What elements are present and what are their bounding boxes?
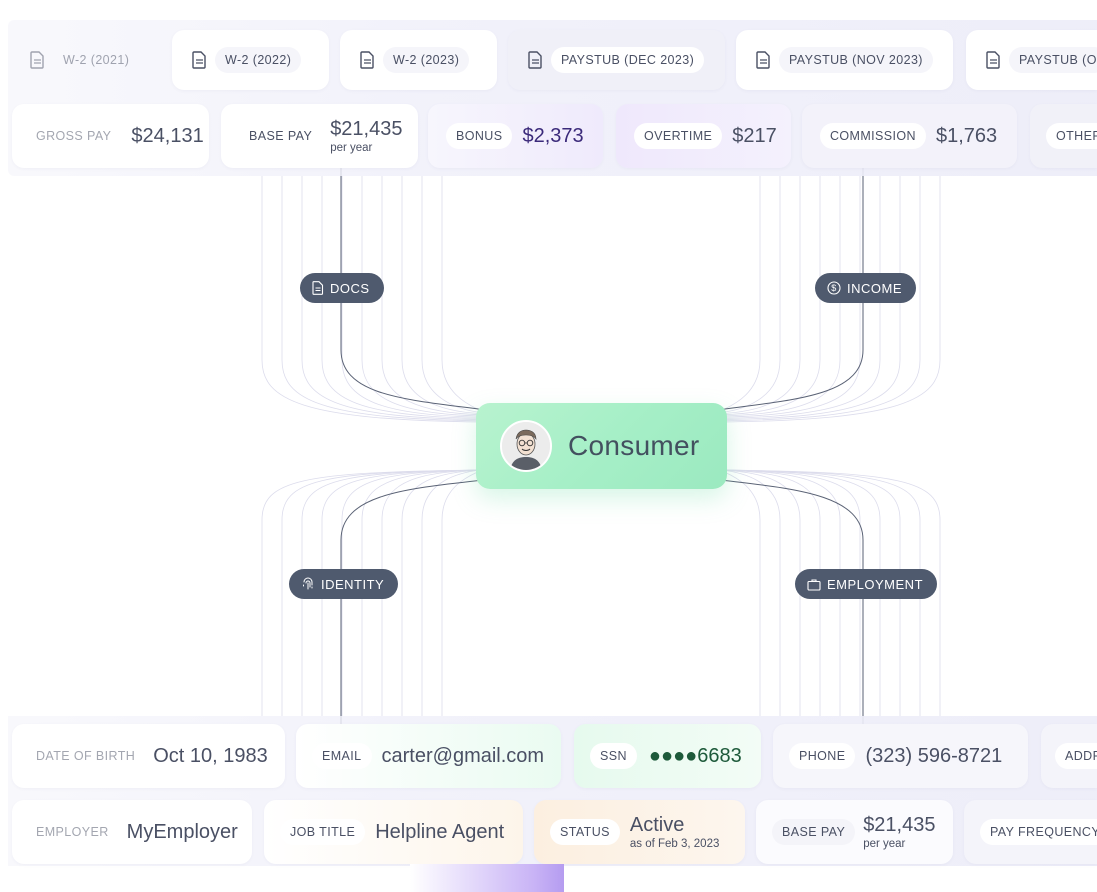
docs-node-label: DOCS — [330, 280, 370, 296]
bonus-value: $2,373 — [522, 124, 584, 147]
docs-node[interactable]: DOCS — [300, 273, 384, 303]
employer-value: MyEmployer — [126, 820, 238, 843]
consumer-node[interactable]: Consumer — [476, 403, 727, 489]
email-label: EMAIL — [312, 743, 372, 769]
doc-card-w2-2022[interactable]: W-2 (2022) — [172, 30, 329, 90]
income-commission[interactable]: COMMISSION $1,763 — [802, 104, 1017, 168]
phone-label: PHONE — [789, 743, 856, 769]
doc-label: W-2 (2023) — [383, 47, 470, 73]
phone-value: (323) 596-8721 — [865, 744, 1003, 767]
employment-base-pay[interactable]: BASE PAY $21,435 per year — [756, 800, 953, 864]
doc-card-paystub-nov-2023[interactable]: PAYSTUB (NOV 2023) — [736, 30, 953, 90]
decorative-glow — [410, 864, 564, 892]
doc-label: PAYSTUB (DEC 2023) — [551, 47, 705, 73]
dollar-circle-icon: $ — [827, 281, 841, 295]
document-icon — [192, 51, 206, 69]
base-pay-value: $21,435 — [330, 118, 403, 140]
fingerprint-icon — [303, 577, 313, 590]
employment-base-pay-sub: per year — [863, 838, 906, 850]
gross-pay-label: GROSS PAY — [36, 123, 122, 149]
employment-node[interactable]: EMPLOYMENT — [795, 569, 938, 599]
status-sub: as of Feb 3, 2023 — [629, 838, 720, 850]
base-pay-label: BASE PAY — [239, 123, 323, 149]
income-base-pay[interactable]: BASE PAY $21,435 per year — [221, 104, 418, 168]
address-label: ADDR — [1055, 743, 1097, 769]
email-value: carter@gmail.com — [381, 744, 545, 767]
document-icon — [30, 51, 44, 69]
employment-job-title[interactable]: JOB TITLE Helpline Agent — [264, 800, 523, 864]
briefcase-icon — [807, 578, 821, 591]
svg-text:$: $ — [831, 283, 837, 293]
job-title-value: Helpline Agent — [375, 820, 505, 843]
identity-dob[interactable]: DATE OF BIRTH Oct 10, 1983 — [12, 724, 285, 788]
avatar — [500, 420, 552, 472]
identity-ssn[interactable]: SSN ●●●●6683 — [574, 724, 761, 788]
employment-base-pay-value: $21,435 — [863, 814, 936, 836]
identity-node[interactable]: IDENTITY — [289, 569, 399, 599]
bonus-label: BONUS — [446, 123, 513, 149]
employer-label: EMPLOYER — [36, 819, 119, 845]
dob-label: DATE OF BIRTH — [36, 743, 146, 769]
income-node[interactable]: $ INCOME — [815, 273, 916, 303]
document-icon — [986, 51, 1000, 69]
gross-pay-value: $24,131 — [131, 124, 204, 147]
doc-card-paystub-dec-2023[interactable]: PAYSTUB (DEC 2023) — [508, 30, 725, 90]
doc-card-w2-2021[interactable]: W-2 (2021) — [12, 30, 162, 90]
income-bonus[interactable]: BONUS $2,373 — [428, 104, 603, 168]
identity-address[interactable]: ADDR — [1041, 724, 1097, 788]
base-pay-sub: per year — [330, 142, 373, 154]
employment-base-pay-label: BASE PAY — [772, 819, 856, 845]
doc-label: PAYSTUB (O — [1009, 47, 1097, 73]
doc-label: PAYSTUB (NOV 2023) — [779, 47, 933, 73]
employment-status[interactable]: STATUS Active as of Feb 3, 2023 — [534, 800, 745, 864]
doc-card-paystub-oct[interactable]: PAYSTUB (O — [966, 30, 1097, 90]
overtime-value: $217 — [732, 124, 777, 147]
consumer-label: Consumer — [568, 430, 700, 461]
dob-value: Oct 10, 1983 — [153, 744, 268, 767]
status-value: Active — [629, 814, 685, 836]
document-icon — [528, 51, 542, 69]
status-label: STATUS — [550, 819, 620, 845]
job-title-label: JOB TITLE — [280, 819, 366, 845]
income-overtime[interactable]: OVERTIME $217 — [616, 104, 791, 168]
document-icon — [312, 281, 324, 295]
employment-pay-frequency[interactable]: PAY FREQUENCY — [964, 800, 1097, 864]
identity-email[interactable]: EMAIL carter@gmail.com — [296, 724, 561, 788]
identity-node-label: IDENTITY — [321, 576, 385, 592]
ssn-value: ●●●●6683 — [648, 744, 742, 767]
overtime-label: OVERTIME — [634, 123, 723, 149]
employment-node-label: EMPLOYMENT — [827, 576, 924, 592]
commission-value: $1,763 — [935, 124, 998, 147]
other-label: OTHER — [1046, 123, 1097, 149]
income-node-label: INCOME — [847, 280, 902, 296]
document-icon — [756, 51, 770, 69]
doc-label: W-2 (2021) — [63, 53, 130, 67]
income-other[interactable]: OTHER — [1030, 104, 1097, 168]
income-gross-pay[interactable]: GROSS PAY $24,131 — [12, 104, 209, 168]
doc-label: W-2 (2022) — [215, 47, 302, 73]
doc-card-w2-2023[interactable]: W-2 (2023) — [340, 30, 497, 90]
pay-frequency-label: PAY FREQUENCY — [980, 819, 1097, 845]
identity-phone[interactable]: PHONE (323) 596-8721 — [773, 724, 1028, 788]
document-icon — [360, 51, 374, 69]
ssn-label: SSN — [590, 743, 637, 769]
commission-label: COMMISSION — [820, 123, 926, 149]
employment-employer[interactable]: EMPLOYER MyEmployer — [12, 800, 252, 864]
